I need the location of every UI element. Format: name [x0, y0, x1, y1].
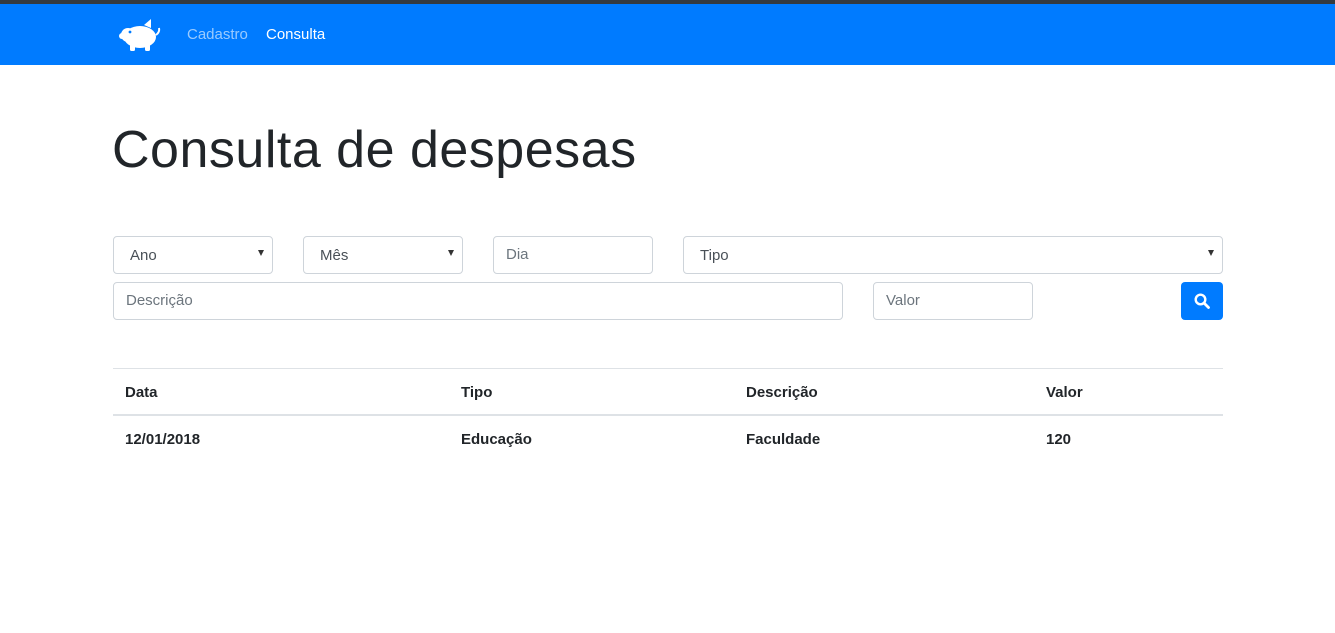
cell-valor: 120 — [1046, 431, 1072, 448]
cell-tipo: Educação — [461, 431, 532, 448]
brand-logo[interactable] — [118, 16, 162, 54]
caret-down-icon — [1208, 250, 1214, 256]
nav-link-consulta[interactable]: Consulta — [266, 26, 325, 44]
descricao-input-placeholder: Descrição — [126, 292, 193, 309]
caret-down-icon — [448, 250, 454, 256]
cell-data: 12/01/2018 — [125, 431, 201, 448]
table-header-border — [113, 414, 1223, 416]
nav-link-cadastro[interactable]: Cadastro — [187, 26, 248, 44]
ano-select[interactable]: Ano — [113, 236, 273, 274]
mes-select-value: Mês — [320, 247, 349, 264]
tipo-select[interactable]: Tipo — [683, 236, 1223, 274]
table-top-border — [113, 368, 1223, 369]
search-button[interactable] — [1181, 282, 1223, 320]
dia-input-placeholder: Dia — [506, 246, 529, 263]
tipo-select-value: Tipo — [700, 247, 729, 264]
header-tipo: Tipo — [461, 384, 493, 401]
header-descricao: Descrição — [746, 384, 818, 401]
ano-select-value: Ano — [130, 247, 157, 264]
caret-down-icon — [258, 250, 264, 256]
cell-descricao: Faculdade — [746, 431, 821, 448]
page-title: Consulta de despesas — [112, 121, 637, 179]
mes-select[interactable]: Mês — [303, 236, 463, 274]
valor-input[interactable]: Valor — [873, 282, 1033, 320]
descricao-input[interactable]: Descrição — [113, 282, 843, 320]
header-valor: Valor — [1046, 384, 1083, 401]
valor-input-placeholder: Valor — [886, 292, 920, 309]
header-data: Data — [125, 384, 158, 401]
search-icon — [1194, 293, 1210, 309]
piggy-bank-icon — [119, 19, 161, 51]
dia-input[interactable]: Dia — [493, 236, 653, 274]
navbar: Cadastro Consulta — [0, 4, 1335, 65]
